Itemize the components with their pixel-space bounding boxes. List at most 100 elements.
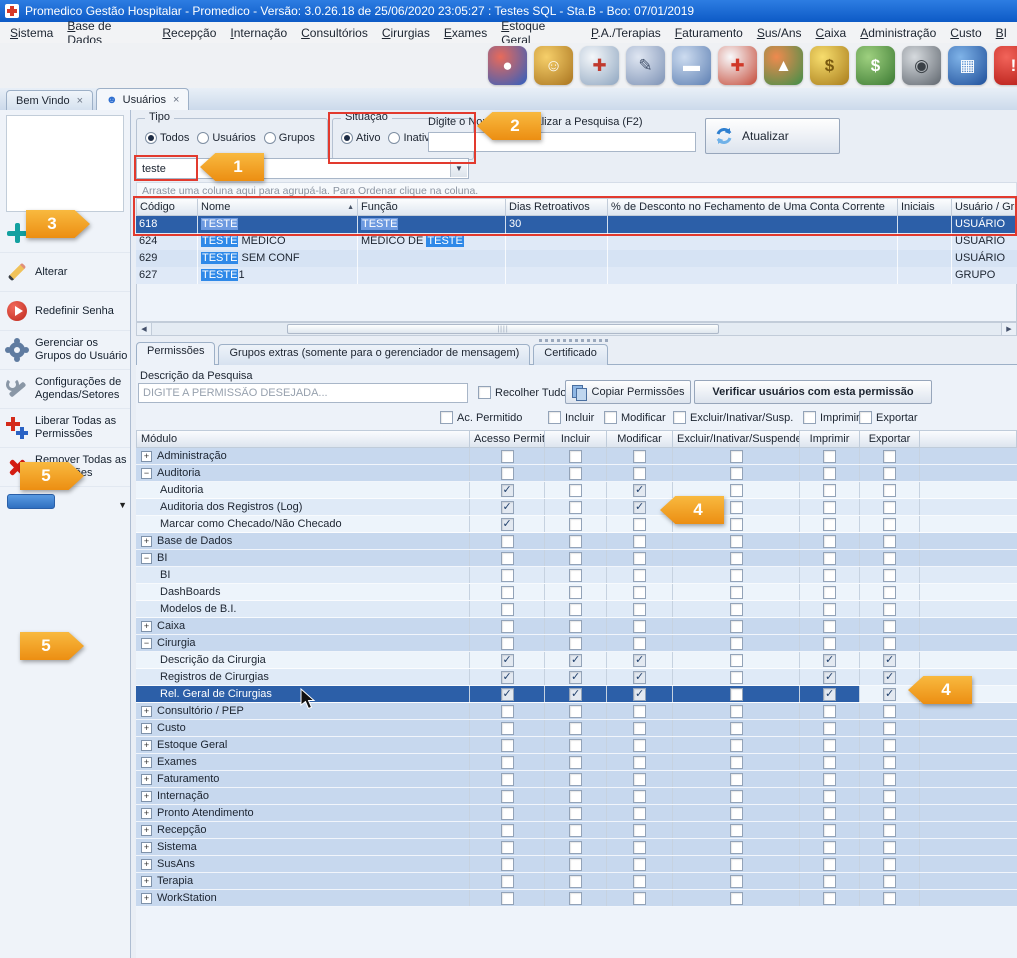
perm-checkbox-acesso-permitido[interactable] xyxy=(501,654,514,667)
perm-checkbox-acesso-permitido[interactable] xyxy=(501,637,514,650)
perm-checkbox-incluir[interactable] xyxy=(569,501,582,514)
user-row-629[interactable]: 629TESTE SEM CONFUSUÁRIO xyxy=(136,250,1017,267)
verify-users-button[interactable]: Verificar usuários com esta permissão xyxy=(694,380,932,404)
search-input[interactable] xyxy=(428,132,696,152)
perm-row-modelos-de-b-i[interactable]: Modelos de B.I. xyxy=(136,601,1017,618)
menu-item-faturamento[interactable]: Faturamento xyxy=(668,24,750,42)
perm-checkbox-incluir[interactable] xyxy=(569,807,582,820)
menu-item-recepcao[interactable]: Recepção xyxy=(155,24,223,42)
quick-check-modificar[interactable]: Modificar xyxy=(604,411,666,424)
perm-row-marcar-como-checado-nao-checado[interactable]: Marcar como Checado/Não Checado xyxy=(136,516,1017,533)
menu-item-sus-ans[interactable]: Sus/Ans xyxy=(750,24,809,42)
perm-checkbox-acesso-permitido[interactable] xyxy=(501,501,514,514)
radio-ativo[interactable]: Ativo xyxy=(341,132,380,144)
perm-checkbox-exportar[interactable] xyxy=(883,739,896,752)
perm-checkbox-exportar[interactable] xyxy=(883,586,896,599)
perm-checkbox-incluir[interactable] xyxy=(569,569,582,582)
safe-icon[interactable]: ◉ xyxy=(902,46,941,85)
perm-row-administracao[interactable]: +Administração xyxy=(136,448,1017,465)
perm-checkbox-acesso-permitido[interactable] xyxy=(501,620,514,633)
perm-checkbox-exportar[interactable] xyxy=(883,671,896,684)
perm-column-incluir[interactable]: Incluir xyxy=(545,430,607,448)
perm-checkbox-acesso-permitido[interactable] xyxy=(501,756,514,769)
expand-node-icon[interactable]: + xyxy=(141,451,152,462)
perm-checkbox-excluir-inativar-suspender[interactable] xyxy=(730,892,743,905)
perm-row-terapia[interactable]: +Terapia xyxy=(136,873,1017,890)
perm-checkbox-modificar[interactable] xyxy=(633,773,646,786)
perm-checkbox-acesso-permitido[interactable] xyxy=(501,450,514,463)
perm-checkbox-excluir-inativar-suspender[interactable] xyxy=(730,535,743,548)
perm-checkbox-imprimir[interactable] xyxy=(823,671,836,684)
prescription-icon[interactable]: ✎ xyxy=(626,46,665,85)
perm-column-imprimir[interactable]: Imprimir xyxy=(800,430,860,448)
menu-item-caixa[interactable]: Caixa xyxy=(809,24,854,42)
expand-node-icon[interactable]: + xyxy=(141,842,152,853)
perm-column-excluir-inativar-suspender[interactable]: Excluir/Inativar/Suspender xyxy=(673,430,800,448)
perm-checkbox-excluir-inativar-suspender[interactable] xyxy=(730,824,743,837)
payments-icon[interactable]: $ xyxy=(856,46,895,85)
collapse-node-icon[interactable]: − xyxy=(141,553,152,564)
tab-bem-vindo[interactable]: Bem Vindo× xyxy=(6,90,93,110)
perm-checkbox-modificar[interactable] xyxy=(633,637,646,650)
name-filter-combobox[interactable]: teste ▼ xyxy=(136,158,469,179)
column-header-funcao[interactable]: Função xyxy=(358,198,506,216)
perm-checkbox-exportar[interactable] xyxy=(883,773,896,786)
perm-checkbox-excluir-inativar-suspender[interactable] xyxy=(730,875,743,888)
perm-checkbox-imprimir[interactable] xyxy=(823,450,836,463)
perm-checkbox-imprimir[interactable] xyxy=(823,824,836,837)
perm-checkbox-imprimir[interactable] xyxy=(823,654,836,667)
perm-checkbox-incluir[interactable] xyxy=(569,722,582,735)
perm-checkbox-imprimir[interactable] xyxy=(823,705,836,718)
perm-checkbox-incluir[interactable] xyxy=(569,790,582,803)
perm-checkbox-incluir[interactable] xyxy=(569,467,582,480)
collapse-node-icon[interactable]: − xyxy=(141,638,152,649)
perm-checkbox-exportar[interactable] xyxy=(883,824,896,837)
tab-usuarios[interactable]: ☻Usuários× xyxy=(96,88,189,110)
perm-row-auditoria[interactable]: Auditoria xyxy=(136,482,1017,499)
perm-checkbox-incluir[interactable] xyxy=(569,841,582,854)
perm-checkbox-acesso-permitido[interactable] xyxy=(501,807,514,820)
perm-column-acesso-permitido[interactable]: Acesso Permitido xyxy=(470,430,545,448)
alert-icon[interactable]: ! xyxy=(994,46,1017,85)
perm-checkbox-modificar[interactable] xyxy=(633,858,646,871)
perm-checkbox-imprimir[interactable] xyxy=(823,535,836,548)
sidebar-button-liberar-todas-as-permissoes[interactable]: Liberar Todas as Permissões xyxy=(0,409,130,448)
perm-checkbox-modificar[interactable] xyxy=(633,467,646,480)
perm-checkbox-incluir[interactable] xyxy=(569,739,582,752)
expand-node-icon[interactable]: + xyxy=(141,757,152,768)
perm-checkbox-modificar[interactable] xyxy=(633,654,646,667)
perm-checkbox-imprimir[interactable] xyxy=(823,637,836,650)
close-tab-icon[interactable]: × xyxy=(77,95,83,107)
perm-checkbox-acesso-permitido[interactable] xyxy=(501,824,514,837)
perm-checkbox-modificar[interactable] xyxy=(633,450,646,463)
perm-checkbox-incluir[interactable] xyxy=(569,892,582,905)
perm-checkbox-excluir-inativar-suspender[interactable] xyxy=(730,450,743,463)
perm-checkbox-excluir-inativar-suspender[interactable] xyxy=(730,637,743,650)
perm-checkbox-imprimir[interactable] xyxy=(823,688,836,701)
perm-checkbox-exportar[interactable] xyxy=(883,518,896,531)
perm-row-estoque-geral[interactable]: +Estoque Geral xyxy=(136,737,1017,754)
statistics-icon[interactable]: ▦ xyxy=(948,46,987,85)
pane-splitter[interactable] xyxy=(131,337,1017,344)
perm-checkbox-acesso-permitido[interactable] xyxy=(501,671,514,684)
perm-checkbox-excluir-inativar-suspender[interactable] xyxy=(730,501,743,514)
patients-group-icon[interactable]: ☺ xyxy=(534,46,573,85)
scrollbar-thumb[interactable]: |||| xyxy=(287,324,719,334)
perm-checkbox-incluir[interactable] xyxy=(569,637,582,650)
perm-row-consultorio-pep[interactable]: +Consultório / PEP xyxy=(136,703,1017,720)
perm-checkbox-imprimir[interactable] xyxy=(823,518,836,531)
permission-search-input[interactable] xyxy=(138,383,468,403)
perm-checkbox-excluir-inativar-suspender[interactable] xyxy=(730,858,743,871)
expand-node-icon[interactable]: + xyxy=(141,859,152,870)
perm-row-bi[interactable]: BI xyxy=(136,567,1017,584)
checkbox-icon[interactable] xyxy=(548,411,561,424)
perm-checkbox-imprimir[interactable] xyxy=(823,467,836,480)
perm-checkbox-acesso-permitido[interactable] xyxy=(501,875,514,888)
perm-checkbox-acesso-permitido[interactable] xyxy=(501,705,514,718)
quick-check-ac-permitido[interactable]: Ac. Permitido xyxy=(440,411,522,424)
perm-checkbox-modificar[interactable] xyxy=(633,586,646,599)
perm-checkbox-exportar[interactable] xyxy=(883,858,896,871)
menu-item-internacao[interactable]: Internação xyxy=(223,24,294,42)
expand-node-icon[interactable]: + xyxy=(141,774,152,785)
perm-checkbox-exportar[interactable] xyxy=(883,637,896,650)
